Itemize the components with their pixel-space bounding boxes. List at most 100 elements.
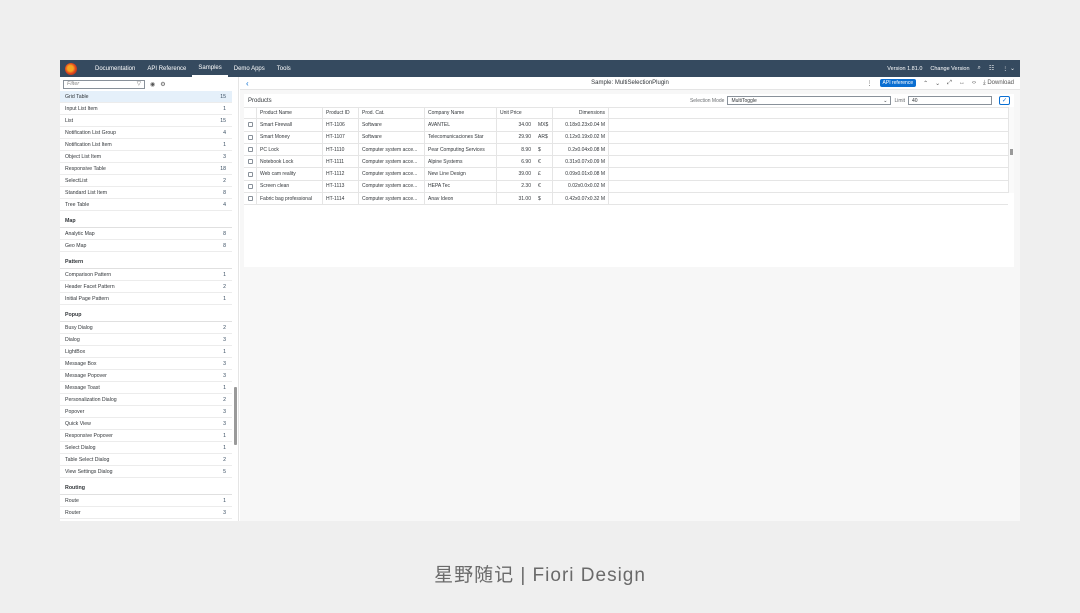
api-reference-button[interactable]: API reference	[879, 79, 917, 87]
sidebar-item[interactable]: Tree Table 4	[60, 199, 232, 211]
change-version-link[interactable]: Change Version	[930, 66, 969, 72]
sidebar-item[interactable]: Table Select Dialog 2	[60, 454, 232, 466]
filter-input[interactable]: Filter ▽	[63, 79, 145, 89]
filler-cell	[609, 132, 1008, 143]
sidebar-item[interactable]: Object List Item 3	[60, 151, 232, 163]
sidebar-item[interactable]: Quick View 3	[60, 418, 232, 430]
column-header[interactable]: Product ID	[323, 108, 359, 119]
limit-input[interactable]: 40	[908, 96, 992, 105]
back-arrow-icon[interactable]: ‹	[246, 79, 249, 88]
sidebar-item[interactable]: Input List Item 1	[60, 103, 232, 115]
sidebar-item[interactable]: List 15	[60, 115, 232, 127]
sidebar-item[interactable]: Busy Dialog 2	[60, 322, 232, 334]
dimensions-cell: 0.09x0.01x0.08 M	[553, 168, 609, 180]
row-selector-cell[interactable]	[244, 180, 257, 193]
sidebar-item[interactable]: Message Toast 1	[60, 382, 232, 394]
sidebar-item[interactable]: Standard List Item 8	[60, 187, 232, 199]
gear-icon[interactable]: ⚙	[160, 81, 165, 88]
nav-samples[interactable]: Samples	[192, 60, 228, 77]
sidebar-item[interactable]: Responsive Table 18	[60, 163, 232, 175]
sidebar-item[interactable]: Select Dialog 1	[60, 442, 232, 454]
row-selector-cell[interactable]	[244, 131, 257, 143]
sidebar-item[interactable]: LightBox 1	[60, 346, 232, 358]
sidebar-item-label: Responsive Popover	[65, 432, 113, 439]
column-header[interactable]: Unit Price	[497, 108, 553, 119]
sidebar-item[interactable]: Notification List Item 1	[60, 139, 232, 151]
nav-demo-apps[interactable]: Demo Apps	[228, 60, 271, 77]
nav-tools[interactable]: Tools	[271, 60, 297, 77]
row-checkbox[interactable]	[247, 183, 253, 189]
row-selector-cell[interactable]	[244, 168, 257, 180]
row-selector-cell[interactable]	[244, 156, 257, 168]
sidebar-item[interactable]: Personalization Dialog 2	[60, 394, 232, 406]
sidebar-scrollbar[interactable]	[234, 387, 237, 445]
row-checkbox[interactable]	[247, 134, 253, 140]
feedback-icon[interactable]: ☷	[989, 65, 994, 72]
sidebar-item-count: 15	[220, 93, 226, 100]
sidebar-item[interactable]: Dialog 3	[60, 334, 232, 346]
sidebar-item-count: 2	[223, 324, 226, 331]
sidebar-item[interactable]: Router 3	[60, 507, 232, 519]
pin-icon[interactable]: ◉	[150, 81, 155, 88]
search-icon[interactable]: ⌕	[978, 65, 981, 72]
column-header[interactable]: Dimensions	[553, 108, 609, 119]
sidebar-item[interactable]: Route 1	[60, 495, 232, 507]
table-row[interactable]: PC Lock HT-1110 Computer system acce... Pea…	[244, 143, 1008, 157]
nav-documentation[interactable]: Documentation	[89, 60, 141, 77]
sidebar-item[interactable]: Analytic Map 8	[60, 228, 232, 240]
table-vertical-scrollbar[interactable]	[1008, 107, 1014, 193]
sidebar-item[interactable]: Message Popover 3	[60, 370, 232, 382]
sidebar-item[interactable]: Initial Page Pattern 1	[60, 293, 232, 305]
sidebar-item[interactable]: Message Box 3	[60, 358, 232, 370]
table-row[interactable]: Smart Firewall HT-1106 Software AVANTEL 34.0…	[244, 119, 1008, 132]
column-header[interactable]: Company Name	[425, 108, 497, 119]
sidebar-item[interactable]: Geo Map 8	[60, 240, 232, 252]
sap-logo[interactable]	[65, 62, 77, 75]
chevron-up-icon[interactable]: ⌃	[923, 80, 928, 87]
more-icon[interactable]: ⋮ ⌄	[1002, 65, 1015, 72]
sidebar-item[interactable]: Comparison Pattern 1	[60, 269, 232, 281]
grid-table: Product Name Product ID Prod. Cat. Compa…	[244, 107, 1008, 206]
chevron-down-icon[interactable]: ⌄	[935, 80, 940, 87]
row-selector-cell[interactable]	[244, 143, 257, 156]
sidebar-group-header: Pattern	[60, 252, 232, 269]
row-checkbox[interactable]	[247, 171, 253, 177]
table-row[interactable]: Fabric bag professional HT-1114 Computer s…	[244, 193, 1008, 206]
row-checkbox[interactable]	[247, 147, 253, 153]
table-row[interactable]: Smart Money HT-1107 Software Telecomunicaci…	[244, 131, 1008, 144]
sidebar-item-label: Message Box	[65, 360, 97, 367]
price-value: 34.00	[518, 121, 531, 128]
fullscreen-icon[interactable]: ⤢	[947, 80, 952, 87]
price-value: 31.00	[518, 195, 531, 202]
sidebar-item-label: View Settings Dialog	[65, 468, 113, 475]
sidebar-item[interactable]: Popover 3	[60, 406, 232, 418]
column-header[interactable]: Product Name	[257, 108, 323, 119]
row-checkbox[interactable]	[247, 122, 253, 128]
limit-value: 40	[912, 97, 918, 104]
link-icon[interactable]: ↔	[959, 80, 965, 86]
sidebar-item[interactable]: SelectList 2	[60, 175, 232, 187]
table-row[interactable]: Notebook Lock HT-1111 Computer system acce…	[244, 156, 1008, 169]
sidebar-item[interactable]: Grid Table 15	[60, 91, 232, 103]
sidebar-item[interactable]: Responsive Popover 1	[60, 430, 232, 442]
selection-mode-value: MultiToggle	[731, 97, 757, 104]
selection-mode-select[interactable]: MultiToggle ⌄	[727, 96, 892, 105]
row-checkbox[interactable]	[247, 196, 253, 202]
row-selector-cell[interactable]	[244, 193, 257, 205]
company-cell: Alpine Systems	[425, 156, 497, 168]
code-icon[interactable]: ‹›	[972, 80, 976, 86]
column-header[interactable]: Prod. Cat.	[359, 108, 425, 119]
sidebar-item[interactable]: Notification List Group 4	[60, 127, 232, 139]
overflow-icon[interactable]: ⋮	[867, 80, 873, 87]
row-checkbox[interactable]	[247, 159, 253, 165]
apply-button[interactable]: ✓	[999, 96, 1010, 105]
sidebar-item[interactable]: View Settings Dialog 5	[60, 466, 232, 478]
selection-mode-label: Selection Mode	[689, 97, 725, 104]
table-row[interactable]: Screen clean HT-1113 Computer system acce.…	[244, 180, 1008, 194]
table-row[interactable]: Web cam reality HT-1112 Computer system ac…	[244, 168, 1008, 181]
row-selector-cell[interactable]	[244, 119, 257, 131]
download-button[interactable]: ⤓ Download	[983, 80, 1014, 87]
nav-api-reference[interactable]: API Reference	[141, 60, 192, 77]
sidebar-item[interactable]: Header Facet Pattern 2	[60, 281, 232, 293]
scroll-thumb[interactable]	[1010, 149, 1013, 155]
